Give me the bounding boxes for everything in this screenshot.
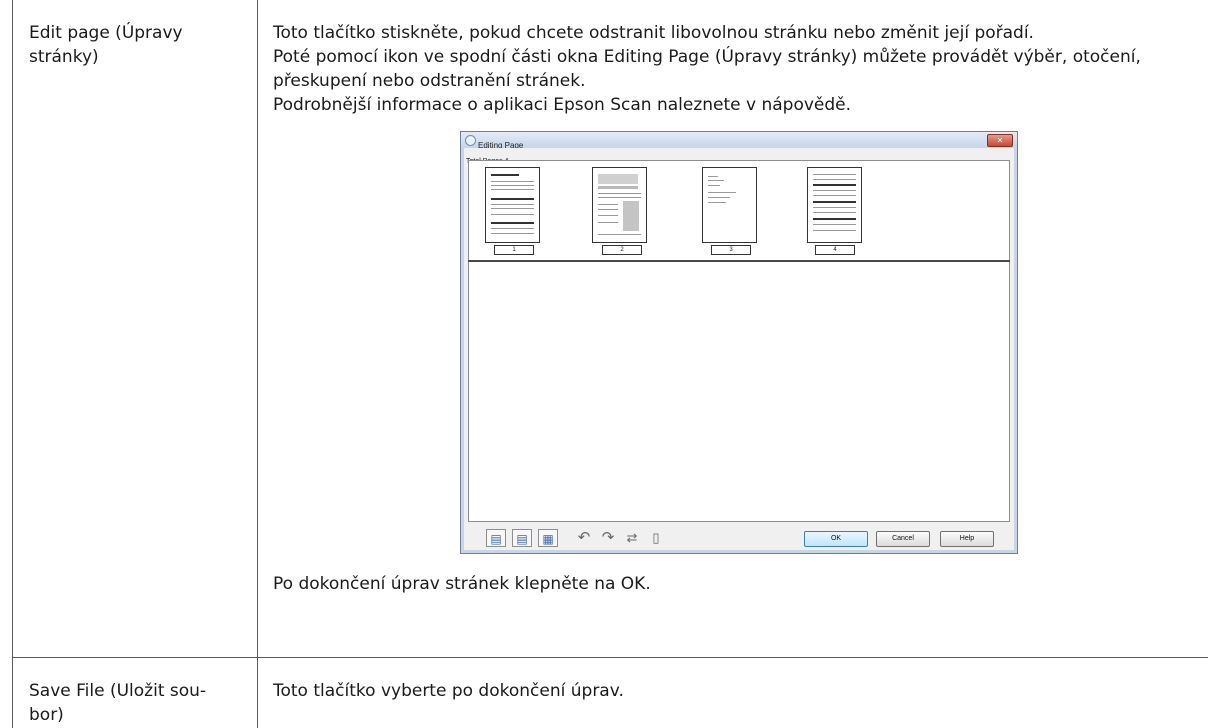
close-icon[interactable]: ✕ [987, 134, 1013, 147]
page-number: 1 [494, 245, 534, 255]
description-paragraph: Po dokončení úprav stránek klepněte na O… [273, 574, 651, 594]
description-paragraph: Poté pomocí ikon ve spodní části okna Ed… [273, 47, 1141, 91]
description-paragraph: Podrobnější informace o aplikaci Epson S… [273, 95, 852, 115]
term-label: Save File (Uložit sou-bor) [29, 680, 207, 725]
page-thumbnail[interactable] [592, 167, 647, 243]
term-label: Edit page (Úpravy stránky) [29, 23, 183, 67]
page-number: 2 [602, 245, 642, 255]
page-thumbnail[interactable] [485, 167, 540, 243]
cancel-button[interactable]: Cancel [876, 531, 930, 547]
term-cell: Save File (Uložit sou-bor) [12, 656, 258, 728]
select-all-pages-icon[interactable]: ▦ [538, 529, 558, 547]
description-cell: Toto tlačítko stiskněte, pokud chcete od… [257, 0, 1208, 658]
page-thumbnail[interactable] [807, 167, 862, 243]
page-number: 4 [815, 245, 855, 255]
app-icon [465, 135, 476, 146]
table-row: Edit page (Úpravy stránky) Toto tlačítko… [12, 0, 1208, 658]
delete-icon[interactable]: ▯ [646, 529, 666, 547]
description-cell: Toto tlačítko vyberte po dokončení úprav… [257, 656, 1208, 728]
definition-table: Edit page (Úpravy stránky) Toto tlačítko… [12, 0, 1208, 728]
preview-area [468, 262, 1010, 522]
rotate-right-icon[interactable]: ↷ [598, 529, 618, 547]
reorder-icon[interactable]: ⇄ [622, 529, 642, 547]
dialog-title-bar: Editing Page ✕ [461, 132, 1017, 150]
ok-button[interactable]: OK [804, 531, 868, 547]
select-odd-pages-icon[interactable]: ▤ [486, 529, 506, 547]
description-paragraph: Toto tlačítko stiskněte, pokud chcete od… [273, 23, 1034, 43]
editing-page-dialog: Editing Page ✕ Total Pages 4 [460, 131, 1018, 554]
help-button[interactable]: Help [940, 531, 994, 547]
term-cell: Edit page (Úpravy stránky) [12, 0, 258, 658]
rotate-left-icon[interactable]: ↶ [574, 529, 594, 547]
thumbnail-area: 1 2 3 4 [468, 160, 1010, 261]
select-even-pages-icon[interactable]: ▤ [512, 529, 532, 547]
page-number: 3 [711, 245, 751, 255]
table-row: Save File (Uložit sou-bor) Toto tlačítko… [12, 656, 1208, 728]
description-paragraph: Toto tlačítko vyberte po dokončení úprav… [273, 680, 624, 701]
page-thumbnail[interactable] [702, 167, 757, 243]
dialog-body: Total Pages 4 1 [464, 148, 1014, 550]
